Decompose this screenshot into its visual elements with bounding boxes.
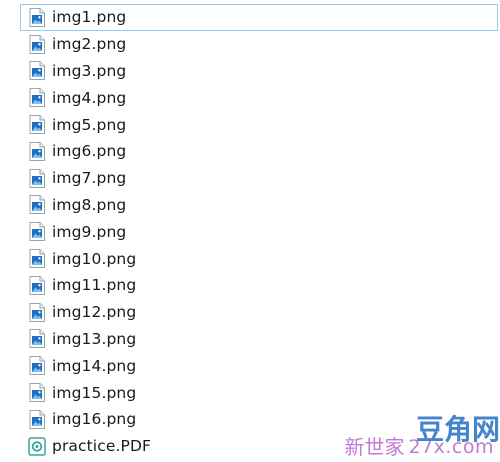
file-name: img8.png	[52, 195, 127, 214]
file-list-item[interactable]: img1.png	[20, 4, 498, 31]
file-list-item[interactable]: img4.png	[0, 84, 500, 111]
file-list-item[interactable]: img7.png	[0, 165, 500, 192]
file-name: practice.PDF	[52, 437, 151, 456]
image-file-icon	[28, 329, 46, 349]
image-file-icon	[28, 195, 46, 215]
file-list-item[interactable]: img14.png	[0, 352, 500, 379]
file-name: img5.png	[52, 115, 127, 134]
image-file-icon	[28, 356, 46, 376]
file-list-item[interactable]: img3.png	[0, 58, 500, 85]
image-file-icon	[28, 61, 46, 81]
file-name: img4.png	[52, 88, 127, 107]
pdf-file-icon	[28, 436, 46, 456]
file-list-item[interactable]: img10.png	[0, 245, 500, 272]
image-file-icon	[28, 7, 46, 27]
watermark-logo: 豆角网	[415, 413, 500, 446]
image-file-icon	[28, 88, 46, 108]
file-list-item[interactable]: img6.png	[0, 138, 500, 165]
file-name: img14.png	[52, 356, 137, 375]
watermark-site-text: 新世家	[344, 435, 405, 459]
file-name: img1.png	[52, 8, 127, 27]
file-list-item[interactable]: img13.png	[0, 326, 500, 353]
image-file-icon	[28, 249, 46, 269]
file-list: img1.png img2.png img3.png img4.png img5…	[0, 4, 500, 460]
image-file-icon	[28, 409, 46, 429]
image-file-icon	[28, 34, 46, 54]
image-file-icon	[28, 168, 46, 188]
file-name: img11.png	[52, 276, 137, 295]
file-list-item[interactable]: img12.png	[0, 299, 500, 326]
file-list-item[interactable]: img8.png	[0, 192, 500, 219]
image-file-icon	[28, 383, 46, 403]
file-name: img6.png	[52, 142, 127, 161]
image-file-icon	[28, 275, 46, 295]
file-list-item[interactable]: img11.png	[0, 272, 500, 299]
file-name: img10.png	[52, 249, 137, 268]
file-name: img16.png	[52, 410, 137, 429]
file-list-item[interactable]: img9.png	[0, 218, 500, 245]
image-file-icon	[28, 141, 46, 161]
image-file-icon	[28, 302, 46, 322]
file-name: img12.png	[52, 303, 137, 322]
image-file-icon	[28, 222, 46, 242]
file-list-item[interactable]: img2.png	[0, 31, 500, 58]
file-name: img9.png	[52, 222, 127, 241]
file-name: img3.png	[52, 61, 127, 80]
file-name: img7.png	[52, 169, 127, 188]
file-list-item[interactable]: img5.png	[0, 111, 500, 138]
file-name: img13.png	[52, 329, 137, 348]
image-file-icon	[28, 115, 46, 135]
file-name: img2.png	[52, 35, 127, 54]
file-list-item[interactable]: img15.png	[0, 379, 500, 406]
file-name: img15.png	[52, 383, 137, 402]
